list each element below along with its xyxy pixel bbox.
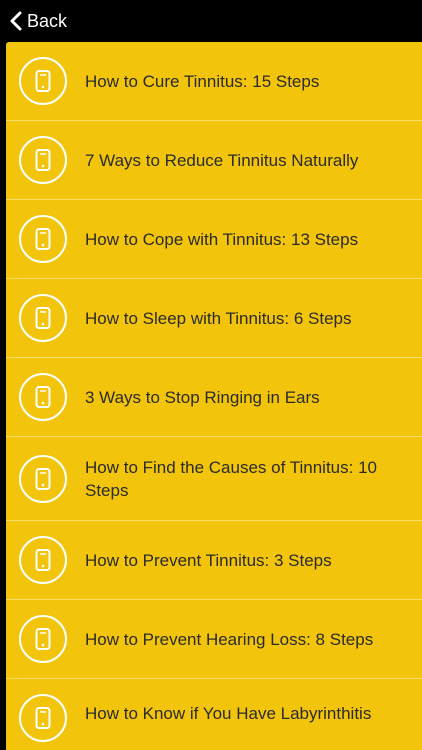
list-item[interactable]: 7 Ways to Reduce Tinnitus Naturally xyxy=(6,121,422,200)
phone-icon xyxy=(18,535,68,585)
list-item-title: How to Know if You Have Labyrinthitis xyxy=(85,704,372,723)
navigation-bar: Back xyxy=(0,0,422,42)
list-item[interactable]: How to Know if You Have Labyrinthitis xyxy=(6,679,422,750)
list-item-title: How to Cope with Tinnitus: 13 Steps xyxy=(85,230,359,249)
phone-icon xyxy=(18,293,68,343)
phone-icon xyxy=(18,614,68,664)
list-item[interactable]: How to Prevent Tinnitus: 3 Steps xyxy=(6,521,422,600)
list-item[interactable]: How to Sleep with Tinnitus: 6 Steps xyxy=(6,279,422,358)
phone-icon xyxy=(18,56,68,106)
phone-icon xyxy=(18,135,68,185)
list-item-title: How to Sleep with Tinnitus: 6 Steps xyxy=(85,309,352,328)
list-item-title: 7 Ways to Reduce Tinnitus Naturally xyxy=(85,151,359,170)
list-item[interactable]: 3 Ways to Stop Ringing in Ears xyxy=(6,358,422,437)
chevron-left-icon xyxy=(10,11,22,31)
app-screen: Back How to Cure Tinnitus: 15 Steps 7 Wa… xyxy=(0,0,422,750)
phone-icon xyxy=(18,693,68,743)
list-item-title: How to Cure Tinnitus: 15 Steps xyxy=(85,72,320,91)
article-list: How to Cure Tinnitus: 15 Steps 7 Ways to… xyxy=(6,42,422,750)
list-item-title: How to Prevent Tinnitus: 3 Steps xyxy=(85,551,332,570)
list-item[interactable]: How to Cope with Tinnitus: 13 Steps xyxy=(6,200,422,279)
list-item-title: How to Find the Causes of Tinnitus: 10 S… xyxy=(85,458,377,500)
list-item[interactable]: How to Cure Tinnitus: 15 Steps xyxy=(6,42,422,121)
back-button[interactable]: Back xyxy=(10,8,67,34)
list-item[interactable]: How to Find the Causes of Tinnitus: 10 S… xyxy=(6,437,422,521)
phone-icon xyxy=(18,454,68,504)
back-label: Back xyxy=(27,10,68,31)
list-item-title: How to Prevent Hearing Loss: 8 Steps xyxy=(85,630,374,649)
phone-icon xyxy=(18,214,68,264)
list-item-title: 3 Ways to Stop Ringing in Ears xyxy=(85,388,320,407)
list-item[interactable]: How to Prevent Hearing Loss: 8 Steps xyxy=(6,600,422,679)
phone-icon xyxy=(18,372,68,422)
